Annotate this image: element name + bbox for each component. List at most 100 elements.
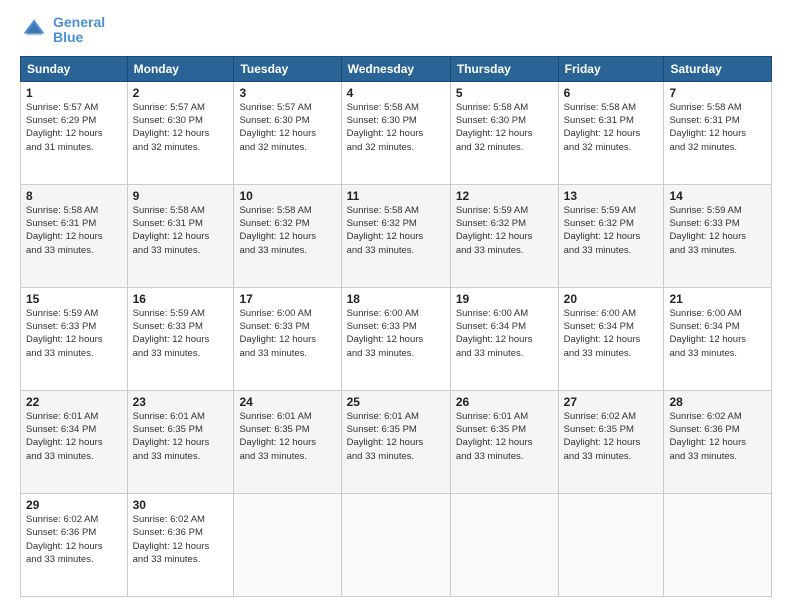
- day-number: 1: [26, 86, 122, 100]
- day-info: Sunrise: 6:01 AM Sunset: 6:35 PM Dayligh…: [133, 410, 229, 463]
- day-cell: 8Sunrise: 5:58 AM Sunset: 6:31 PM Daylig…: [21, 184, 128, 287]
- day-number: 20: [564, 292, 659, 306]
- day-number: 18: [347, 292, 445, 306]
- day-cell: 15Sunrise: 5:59 AM Sunset: 6:33 PM Dayli…: [21, 287, 128, 390]
- day-info: Sunrise: 5:59 AM Sunset: 6:32 PM Dayligh…: [456, 204, 553, 257]
- day-cell: [234, 493, 341, 596]
- day-info: Sunrise: 6:00 AM Sunset: 6:34 PM Dayligh…: [564, 307, 659, 360]
- day-number: 11: [347, 189, 445, 203]
- day-info: Sunrise: 5:59 AM Sunset: 6:33 PM Dayligh…: [133, 307, 229, 360]
- day-number: 29: [26, 498, 122, 512]
- day-cell: 27Sunrise: 6:02 AM Sunset: 6:35 PM Dayli…: [558, 390, 664, 493]
- day-cell: [558, 493, 664, 596]
- day-number: 15: [26, 292, 122, 306]
- day-info: Sunrise: 6:00 AM Sunset: 6:33 PM Dayligh…: [347, 307, 445, 360]
- day-number: 28: [669, 395, 766, 409]
- calendar-page: General Blue SundayMondayTuesdayWednesda…: [0, 0, 792, 612]
- day-cell: [341, 493, 450, 596]
- day-cell: 13Sunrise: 5:59 AM Sunset: 6:32 PM Dayli…: [558, 184, 664, 287]
- day-info: Sunrise: 5:58 AM Sunset: 6:31 PM Dayligh…: [26, 204, 122, 257]
- day-info: Sunrise: 6:01 AM Sunset: 6:35 PM Dayligh…: [347, 410, 445, 463]
- day-cell: 22Sunrise: 6:01 AM Sunset: 6:34 PM Dayli…: [21, 390, 128, 493]
- day-number: 6: [564, 86, 659, 100]
- day-cell: 29Sunrise: 6:02 AM Sunset: 6:36 PM Dayli…: [21, 493, 128, 596]
- day-cell: 14Sunrise: 5:59 AM Sunset: 6:33 PM Dayli…: [664, 184, 772, 287]
- day-number: 23: [133, 395, 229, 409]
- calendar-table: SundayMondayTuesdayWednesdayThursdayFrid…: [20, 56, 772, 597]
- day-number: 3: [239, 86, 335, 100]
- column-header-friday: Friday: [558, 56, 664, 81]
- day-info: Sunrise: 5:58 AM Sunset: 6:31 PM Dayligh…: [669, 101, 766, 154]
- day-cell: [450, 493, 558, 596]
- day-cell: 30Sunrise: 6:02 AM Sunset: 6:36 PM Dayli…: [127, 493, 234, 596]
- week-row-1: 1Sunrise: 5:57 AM Sunset: 6:29 PM Daylig…: [21, 81, 772, 184]
- day-info: Sunrise: 5:59 AM Sunset: 6:32 PM Dayligh…: [564, 204, 659, 257]
- logo-icon: [20, 16, 48, 44]
- day-info: Sunrise: 5:58 AM Sunset: 6:31 PM Dayligh…: [133, 204, 229, 257]
- page-header: General Blue: [20, 15, 772, 46]
- day-cell: 18Sunrise: 6:00 AM Sunset: 6:33 PM Dayli…: [341, 287, 450, 390]
- day-number: 13: [564, 189, 659, 203]
- day-number: 7: [669, 86, 766, 100]
- day-info: Sunrise: 5:58 AM Sunset: 6:30 PM Dayligh…: [347, 101, 445, 154]
- day-cell: 1Sunrise: 5:57 AM Sunset: 6:29 PM Daylig…: [21, 81, 128, 184]
- week-row-3: 15Sunrise: 5:59 AM Sunset: 6:33 PM Dayli…: [21, 287, 772, 390]
- day-cell: 4Sunrise: 5:58 AM Sunset: 6:30 PM Daylig…: [341, 81, 450, 184]
- day-number: 27: [564, 395, 659, 409]
- day-info: Sunrise: 5:57 AM Sunset: 6:30 PM Dayligh…: [239, 101, 335, 154]
- column-headers: SundayMondayTuesdayWednesdayThursdayFrid…: [21, 56, 772, 81]
- day-number: 2: [133, 86, 229, 100]
- day-number: 4: [347, 86, 445, 100]
- day-number: 25: [347, 395, 445, 409]
- day-number: 10: [239, 189, 335, 203]
- column-header-thursday: Thursday: [450, 56, 558, 81]
- day-number: 14: [669, 189, 766, 203]
- logo-text: General Blue: [53, 15, 105, 46]
- day-cell: 20Sunrise: 6:00 AM Sunset: 6:34 PM Dayli…: [558, 287, 664, 390]
- day-cell: 25Sunrise: 6:01 AM Sunset: 6:35 PM Dayli…: [341, 390, 450, 493]
- day-number: 30: [133, 498, 229, 512]
- day-cell: 16Sunrise: 5:59 AM Sunset: 6:33 PM Dayli…: [127, 287, 234, 390]
- day-info: Sunrise: 6:02 AM Sunset: 6:36 PM Dayligh…: [133, 513, 229, 566]
- day-info: Sunrise: 6:00 AM Sunset: 6:33 PM Dayligh…: [239, 307, 335, 360]
- day-cell: 19Sunrise: 6:00 AM Sunset: 6:34 PM Dayli…: [450, 287, 558, 390]
- day-number: 8: [26, 189, 122, 203]
- day-number: 5: [456, 86, 553, 100]
- day-info: Sunrise: 6:00 AM Sunset: 6:34 PM Dayligh…: [669, 307, 766, 360]
- day-cell: 28Sunrise: 6:02 AM Sunset: 6:36 PM Dayli…: [664, 390, 772, 493]
- day-cell: 26Sunrise: 6:01 AM Sunset: 6:35 PM Dayli…: [450, 390, 558, 493]
- day-info: Sunrise: 6:01 AM Sunset: 6:35 PM Dayligh…: [239, 410, 335, 463]
- day-cell: 23Sunrise: 6:01 AM Sunset: 6:35 PM Dayli…: [127, 390, 234, 493]
- column-header-monday: Monday: [127, 56, 234, 81]
- column-header-sunday: Sunday: [21, 56, 128, 81]
- day-info: Sunrise: 5:57 AM Sunset: 6:29 PM Dayligh…: [26, 101, 122, 154]
- day-info: Sunrise: 6:02 AM Sunset: 6:36 PM Dayligh…: [26, 513, 122, 566]
- day-info: Sunrise: 5:57 AM Sunset: 6:30 PM Dayligh…: [133, 101, 229, 154]
- day-cell: 21Sunrise: 6:00 AM Sunset: 6:34 PM Dayli…: [664, 287, 772, 390]
- day-number: 22: [26, 395, 122, 409]
- day-info: Sunrise: 5:58 AM Sunset: 6:31 PM Dayligh…: [564, 101, 659, 154]
- day-info: Sunrise: 6:01 AM Sunset: 6:35 PM Dayligh…: [456, 410, 553, 463]
- day-info: Sunrise: 5:59 AM Sunset: 6:33 PM Dayligh…: [26, 307, 122, 360]
- day-info: Sunrise: 6:02 AM Sunset: 6:36 PM Dayligh…: [669, 410, 766, 463]
- day-cell: 10Sunrise: 5:58 AM Sunset: 6:32 PM Dayli…: [234, 184, 341, 287]
- day-info: Sunrise: 5:58 AM Sunset: 6:32 PM Dayligh…: [239, 204, 335, 257]
- day-cell: [664, 493, 772, 596]
- calendar-body: 1Sunrise: 5:57 AM Sunset: 6:29 PM Daylig…: [21, 81, 772, 596]
- day-info: Sunrise: 5:58 AM Sunset: 6:32 PM Dayligh…: [347, 204, 445, 257]
- day-cell: 5Sunrise: 5:58 AM Sunset: 6:30 PM Daylig…: [450, 81, 558, 184]
- day-number: 9: [133, 189, 229, 203]
- day-info: Sunrise: 5:58 AM Sunset: 6:30 PM Dayligh…: [456, 101, 553, 154]
- day-cell: 7Sunrise: 5:58 AM Sunset: 6:31 PM Daylig…: [664, 81, 772, 184]
- day-info: Sunrise: 6:00 AM Sunset: 6:34 PM Dayligh…: [456, 307, 553, 360]
- logo: General Blue: [20, 15, 105, 46]
- day-info: Sunrise: 6:01 AM Sunset: 6:34 PM Dayligh…: [26, 410, 122, 463]
- day-cell: 6Sunrise: 5:58 AM Sunset: 6:31 PM Daylig…: [558, 81, 664, 184]
- day-cell: 2Sunrise: 5:57 AM Sunset: 6:30 PM Daylig…: [127, 81, 234, 184]
- day-number: 17: [239, 292, 335, 306]
- week-row-4: 22Sunrise: 6:01 AM Sunset: 6:34 PM Dayli…: [21, 390, 772, 493]
- day-number: 19: [456, 292, 553, 306]
- day-number: 16: [133, 292, 229, 306]
- day-cell: 9Sunrise: 5:58 AM Sunset: 6:31 PM Daylig…: [127, 184, 234, 287]
- day-cell: 12Sunrise: 5:59 AM Sunset: 6:32 PM Dayli…: [450, 184, 558, 287]
